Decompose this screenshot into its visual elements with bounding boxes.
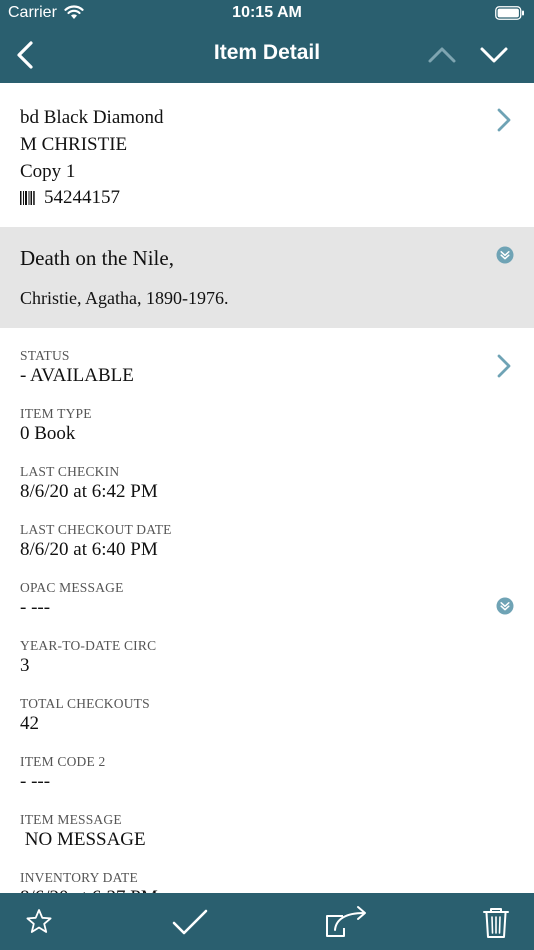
item-location: bd Black Diamond bbox=[20, 107, 164, 128]
field-label: ITEM TYPE bbox=[20, 406, 92, 421]
field-value: 0 Book bbox=[20, 423, 76, 444]
barcode-icon bbox=[20, 191, 35, 205]
chevron-right-icon[interactable] bbox=[495, 107, 513, 133]
item-barcode: 54244157 bbox=[44, 187, 120, 208]
field-label: ITEM MESSAGE bbox=[20, 812, 122, 827]
bottom-toolbar bbox=[0, 893, 534, 950]
field-value: 8/6/20 at 6:42 PM bbox=[20, 481, 158, 502]
chevron-up-icon bbox=[428, 47, 456, 63]
item-header-card[interactable]: bd Black Diamond M CHRISTIE Copy 1 54244… bbox=[0, 83, 534, 227]
battery-icon bbox=[495, 6, 524, 20]
field-total-checkouts: TOTAL CHECKOUTS 42 bbox=[20, 696, 480, 736]
bib-title: Death on the Nile, bbox=[20, 246, 174, 270]
status-time: 10:15 AM bbox=[232, 4, 302, 21]
trash-icon bbox=[483, 908, 509, 938]
field-label: YEAR-TO-DATE CIRC bbox=[20, 638, 157, 653]
field-value: 3 bbox=[20, 655, 30, 676]
star-icon bbox=[26, 909, 52, 933]
field-value: - --- bbox=[20, 597, 51, 618]
field-last-checkout-date: LAST CHECKOUT DATE 8/6/20 at 6:40 PM bbox=[20, 522, 480, 562]
field-label: INVENTORY DATE bbox=[20, 870, 138, 885]
field-label: ITEM CODE 2 bbox=[20, 754, 106, 769]
field-item-code-2: ITEM CODE 2 - --- bbox=[20, 754, 480, 794]
next-item-button[interactable] bbox=[478, 39, 510, 71]
field-status[interactable]: STATUS - AVAILABLE bbox=[20, 348, 480, 388]
expand-circle-icon[interactable] bbox=[496, 246, 514, 264]
bib-title-card[interactable]: Death on the Nile, Christie, Agatha, 189… bbox=[0, 227, 534, 328]
field-value: 42 bbox=[20, 713, 39, 734]
field-value: NO MESSAGE bbox=[20, 829, 146, 850]
status-bar: Carrier 10:15 AM bbox=[0, 0, 534, 27]
field-label: TOTAL CHECKOUTS bbox=[20, 696, 150, 711]
field-label: LAST CHECKIN bbox=[20, 464, 120, 479]
field-opac-message[interactable]: OPAC MESSAGE - --- bbox=[20, 580, 480, 620]
item-call-number: M CHRISTIE bbox=[20, 134, 128, 155]
field-value: - AVAILABLE bbox=[20, 365, 134, 386]
field-label: STATUS bbox=[20, 348, 70, 363]
field-value: - --- bbox=[20, 771, 51, 792]
field-year-to-date-circ: YEAR-TO-DATE CIRC 3 bbox=[20, 638, 480, 678]
field-value: 8/6/20 at 6:40 PM bbox=[20, 539, 158, 560]
field-label: OPAC MESSAGE bbox=[20, 580, 124, 595]
chevron-down-icon bbox=[480, 47, 508, 63]
previous-item-button[interactable] bbox=[426, 39, 458, 71]
field-item-type: ITEM TYPE 0 Book bbox=[20, 406, 480, 446]
delete-button[interactable] bbox=[478, 903, 518, 941]
bib-author: Christie, Agatha, 1890-1976. bbox=[20, 288, 229, 308]
field-last-checkin: LAST CHECKIN 8/6/20 at 6:42 PM bbox=[20, 464, 480, 504]
share-button[interactable] bbox=[324, 903, 370, 941]
item-barcode-row: 54244157 bbox=[20, 187, 120, 209]
item-copy: Copy 1 bbox=[20, 161, 76, 182]
field-item-message: ITEM MESSAGE NO MESSAGE bbox=[20, 812, 480, 852]
expand-circle-icon[interactable] bbox=[496, 597, 514, 615]
nav-bar: Item Detail bbox=[0, 27, 534, 83]
checkmark-icon bbox=[172, 909, 208, 935]
favorite-button[interactable] bbox=[20, 903, 60, 941]
chevron-right-icon[interactable] bbox=[495, 353, 513, 379]
share-icon bbox=[326, 906, 366, 937]
check-in-button[interactable] bbox=[170, 903, 210, 941]
field-label: LAST CHECKOUT DATE bbox=[20, 522, 172, 537]
